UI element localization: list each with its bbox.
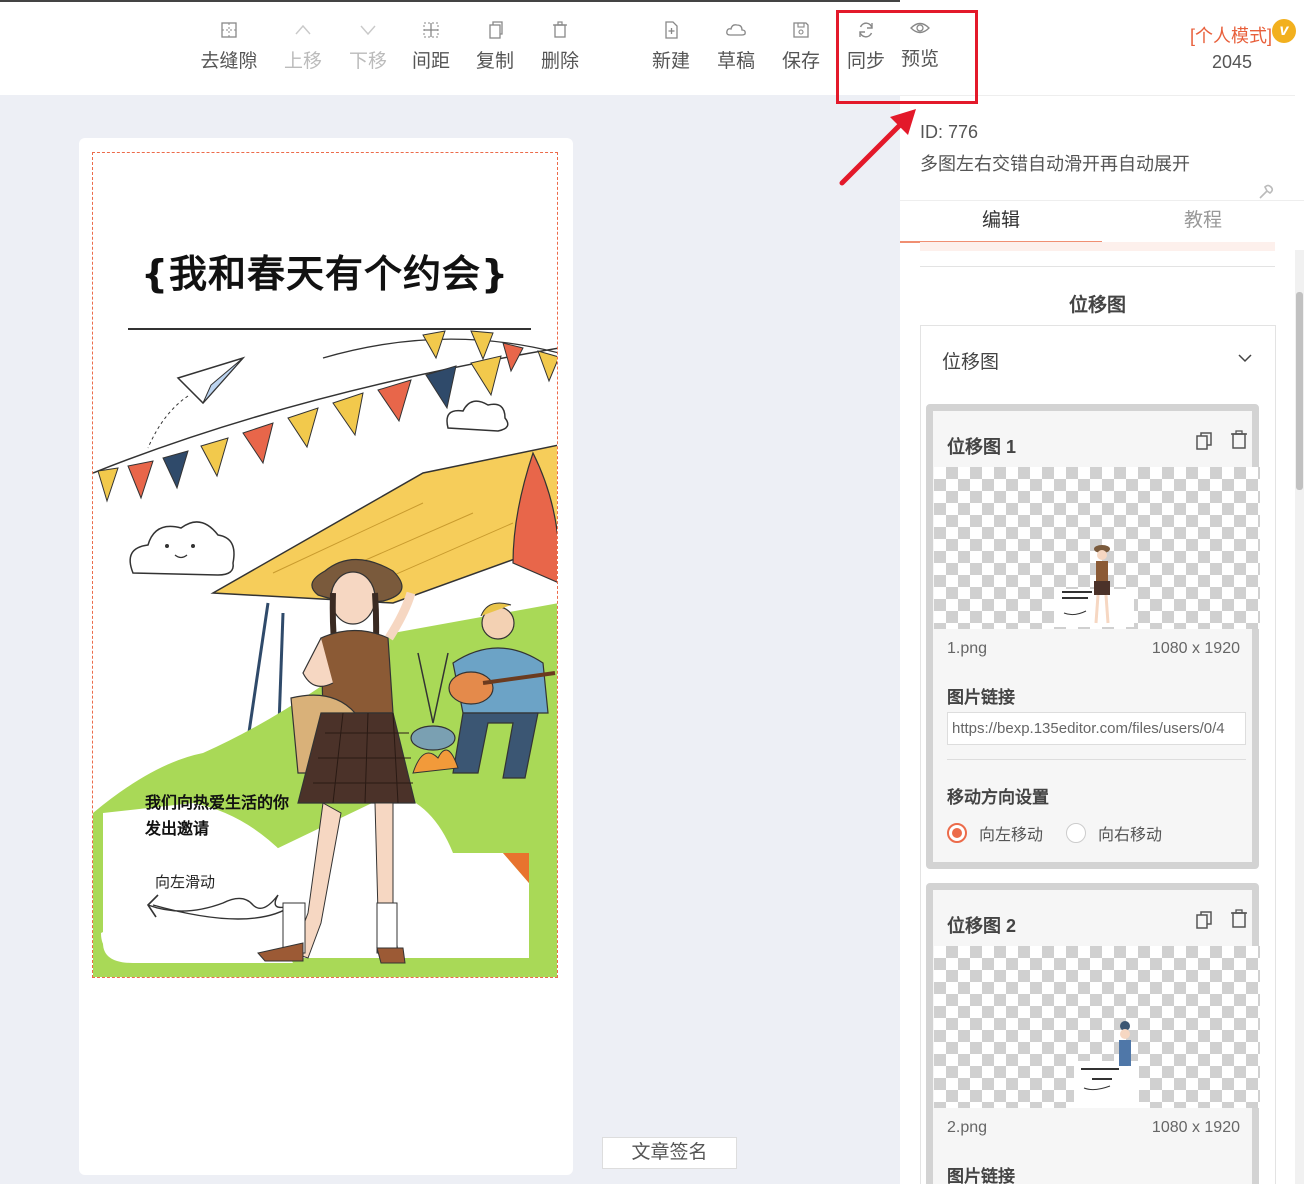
poster-invite-line1: 我们向热爱生活的你	[145, 795, 290, 812]
preview-button[interactable]: 预览	[900, 18, 955, 71]
article-signature-button[interactable]: 文章签名	[602, 1137, 737, 1169]
image-item-card: 位移图 2 2.png 1080 x 1920 图片链接	[926, 883, 1260, 1184]
poster-invite-text: 我们向热爱生活的你 发出邀请	[145, 791, 315, 843]
accordion-header[interactable]: 位移图	[921, 326, 1275, 390]
file-name: 1.png	[947, 640, 988, 657]
copy-icon[interactable]	[1195, 431, 1213, 451]
image-thumbnail[interactable]	[934, 467, 1260, 629]
move-left-label: 向左移动	[979, 827, 1044, 844]
draft-button[interactable]: 草稿	[701, 20, 771, 73]
preview-label: 预览	[900, 49, 939, 70]
chevron-down-icon	[360, 25, 376, 36]
tab-edit[interactable]: 编辑	[900, 201, 1102, 243]
delete-button[interactable]: 删除	[525, 20, 595, 73]
eye-icon	[910, 22, 930, 34]
chevron-up-icon	[295, 24, 311, 35]
move-right-label: 向右移动	[1098, 827, 1163, 844]
new-label: 新建	[651, 51, 690, 72]
item-title: 位移图 2	[947, 916, 1017, 936]
copy-icon	[489, 21, 503, 39]
image-item-card: 位移图 1 1.png 1080 x 1920 图片链接 https://bex…	[926, 404, 1260, 869]
move-right-radio[interactable]: 向右移动	[1066, 821, 1162, 845]
item-title: 位移图 1	[947, 437, 1017, 457]
trash-icon[interactable]	[1230, 430, 1248, 450]
spacing-icon	[423, 22, 439, 38]
copy-label: 复制	[475, 51, 514, 72]
accordion-label: 位移图	[942, 352, 1000, 373]
gap-remove-icon	[221, 22, 237, 38]
copy-icon[interactable]	[1195, 910, 1213, 930]
remove-gap-button[interactable]: 去缝隙	[194, 20, 264, 73]
file-dimensions: 1080 x 1920	[1151, 640, 1240, 657]
cloud-icon	[726, 24, 746, 36]
card-divider	[947, 759, 1246, 760]
template-name: 多图左右交错自动滑开再自动展开	[920, 154, 1190, 174]
move-up-button[interactable]: 上移	[268, 20, 338, 73]
file-name: 2.png	[947, 1119, 988, 1136]
image-thumbnail[interactable]	[934, 946, 1260, 1108]
wrench-icon[interactable]	[1258, 184, 1274, 200]
move-down-button[interactable]: 下移	[333, 20, 403, 73]
personal-mode-link[interactable]: [个人模式]	[1190, 22, 1272, 48]
poster-title: {我和春天有个约会}	[140, 252, 510, 296]
usage-count: 2045	[1212, 52, 1253, 72]
article-canvas: {我和春天有个约会} 我们向热爱生活的你 发出邀请 向左滑动	[79, 138, 573, 1175]
move-down-label: 下移	[348, 51, 387, 72]
template-id: ID: 776	[920, 122, 979, 142]
image-url-input[interactable]	[947, 712, 1246, 745]
trash-icon[interactable]	[1230, 909, 1248, 929]
editor-app: 去缝隙 上移 下移 间距 复制 删除 新建 草稿 保存 同步 {我和春天有个约会…	[0, 0, 1304, 1184]
new-button[interactable]: 新建	[636, 20, 706, 73]
file-dimensions: 1080 x 1920	[1151, 1119, 1240, 1136]
sync-icon	[859, 22, 873, 38]
radio-dot	[1066, 823, 1086, 843]
poster-swipe-hint: 向左滑动	[155, 874, 216, 891]
panel-divider	[900, 95, 1295, 96]
remove-gap-label: 去缝隙	[200, 51, 258, 72]
vip-badge-icon: v	[1272, 19, 1296, 43]
save-button[interactable]: 保存	[766, 20, 836, 73]
image-link-label: 图片链接	[947, 688, 1015, 707]
thumbnail-figure	[1054, 545, 1134, 627]
tab-underline-strip	[920, 242, 1275, 251]
radio-dot	[947, 823, 967, 843]
draft-label: 草稿	[716, 51, 755, 72]
save-icon	[793, 22, 809, 38]
panel-tabs: 编辑 教程	[900, 200, 1304, 243]
trash-icon	[553, 21, 567, 38]
panel-scroll-thumb[interactable]	[1296, 292, 1303, 490]
direction-label: 移动方向设置	[947, 788, 1049, 807]
new-file-icon	[665, 21, 678, 39]
spacing-button[interactable]: 间距	[396, 20, 466, 73]
section-title: 位移图	[1068, 295, 1126, 316]
settings-panel: 预览 [个人模式] v 2045 ID: 776 多图左右交错自动滑开再自动展开…	[900, 0, 1304, 1184]
chevron-down-icon	[1238, 354, 1252, 363]
move-up-label: 上移	[283, 51, 322, 72]
delete-label: 删除	[540, 51, 579, 72]
tab-tutorial[interactable]: 教程	[1102, 201, 1304, 243]
sync-label: 同步	[846, 51, 885, 72]
displacement-accordion: 位移图 位移图 1 1.png 1080 x 1920 图片链接 https:/…	[920, 325, 1276, 1184]
move-left-radio[interactable]: 向左移动	[947, 821, 1043, 845]
spacing-label: 间距	[411, 51, 450, 72]
poster-image[interactable]: {我和春天有个约会} 我们向热爱生活的你 发出邀请 向左滑动	[92, 152, 558, 978]
section-divider	[920, 266, 1275, 267]
toolbar: 去缝隙 上移 下移 间距 复制 删除 新建 草稿 保存 同步	[0, 0, 950, 95]
thumbnail-figure	[1074, 1021, 1139, 1108]
save-label: 保存	[781, 51, 820, 72]
poster-invite-line2: 发出邀请	[145, 821, 210, 838]
image-link-label: 图片链接	[947, 1167, 1015, 1184]
copy-button[interactable]: 复制	[460, 20, 530, 73]
sync-button[interactable]: 同步	[831, 20, 901, 73]
